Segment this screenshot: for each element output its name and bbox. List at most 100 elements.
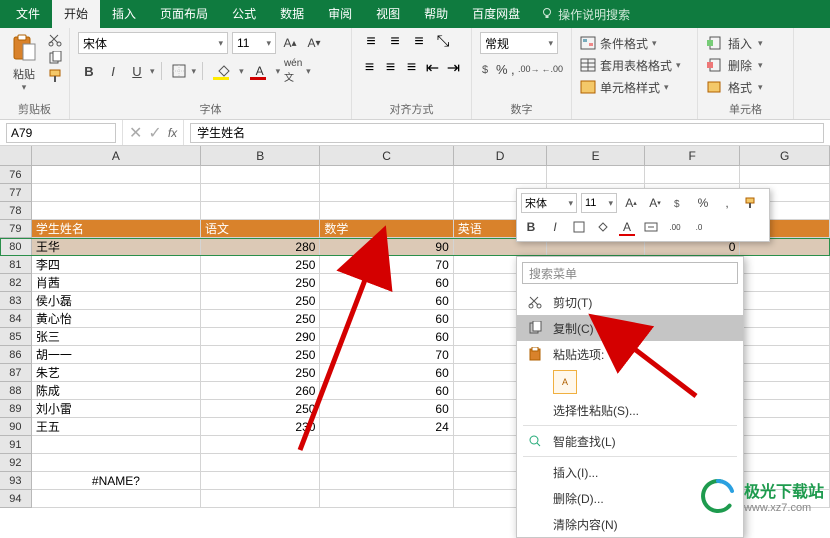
cell[interactable] (32, 436, 201, 454)
dec-decimal-button[interactable]: ←.00 (541, 58, 563, 80)
row-header[interactable]: 89 (0, 400, 32, 418)
chevron-down-icon[interactable]: ▾ (276, 66, 281, 77)
align-bottom-button[interactable]: ≡ (408, 32, 430, 52)
cell[interactable] (32, 454, 201, 472)
align-left-button[interactable]: ≡ (360, 58, 379, 78)
mini-italic-button[interactable]: I (545, 217, 565, 237)
paste-all-button[interactable]: A (553, 370, 577, 394)
borders-button[interactable] (168, 60, 190, 82)
tab-review[interactable]: 审阅 (316, 0, 364, 28)
cell[interactable] (740, 418, 830, 436)
paste-button[interactable]: 粘贴 ▾ (8, 32, 40, 93)
cell[interactable] (740, 328, 830, 346)
cell[interactable] (740, 454, 830, 472)
cell[interactable] (740, 364, 830, 382)
cell[interactable]: 250 (201, 346, 320, 364)
grow-font-button[interactable]: A▴ (280, 32, 300, 54)
cell[interactable]: 70 (320, 256, 453, 274)
cell[interactable]: 60 (320, 274, 453, 292)
cell[interactable]: 60 (320, 400, 453, 418)
align-top-button[interactable]: ≡ (360, 32, 382, 52)
cell[interactable] (740, 256, 830, 274)
format-painter-button[interactable] (46, 68, 64, 84)
col-header-e[interactable]: E (547, 146, 645, 165)
select-all-corner[interactable] (0, 146, 32, 165)
font-color-button[interactable]: A (246, 60, 274, 82)
chevron-down-icon[interactable]: ▾ (192, 66, 197, 77)
enter-icon[interactable]: ✓ (148, 123, 161, 143)
cell[interactable] (320, 202, 453, 220)
align-center-button[interactable]: ≡ (381, 58, 400, 78)
tab-view[interactable]: 视图 (364, 0, 412, 28)
fx-icon[interactable]: fx (168, 126, 177, 140)
cell[interactable] (320, 490, 453, 508)
cell[interactable]: 60 (320, 328, 453, 346)
cell[interactable]: 250 (201, 274, 320, 292)
fill-color-button[interactable] (209, 60, 237, 82)
cell[interactable] (320, 166, 453, 184)
cell[interactable]: 250 (201, 310, 320, 328)
row-header[interactable]: 83 (0, 292, 32, 310)
tab-formulas[interactable]: 公式 (220, 0, 268, 28)
cell[interactable]: 肖茜 (32, 274, 201, 292)
italic-button[interactable]: I (102, 60, 124, 82)
number-format-combo[interactable]: 常规▾ (480, 32, 558, 54)
align-right-button[interactable]: ≡ (402, 58, 421, 78)
row-header[interactable]: 85 (0, 328, 32, 346)
cell[interactable]: 260 (201, 382, 320, 400)
cell[interactable] (740, 310, 830, 328)
row-header[interactable]: 81 (0, 256, 32, 274)
font-size-combo[interactable]: 11▾ (232, 32, 276, 54)
comma-button[interactable]: , (510, 58, 516, 80)
mini-decinc-button[interactable]: .00 (665, 217, 685, 237)
cell[interactable]: 侯小磊 (32, 292, 201, 310)
col-header-b[interactable]: B (201, 146, 320, 165)
cell[interactable]: 胡一一 (32, 346, 201, 364)
align-middle-button[interactable]: ≡ (384, 32, 406, 52)
cell[interactable] (320, 472, 453, 490)
row-header[interactable]: 80 (0, 238, 32, 256)
cell[interactable] (547, 166, 645, 184)
row-header[interactable]: 86 (0, 346, 32, 364)
cell[interactable]: 290 (201, 328, 320, 346)
cell-style-button[interactable]: 单元格样式▾ (580, 76, 689, 98)
chevron-down-icon[interactable]: ▾ (239, 66, 244, 77)
mini-fontcolor-button[interactable]: A (617, 217, 637, 237)
cell[interactable]: 280 (201, 238, 320, 256)
col-header-a[interactable]: A (32, 146, 201, 165)
cell[interactable]: 60 (320, 382, 453, 400)
table-format-button[interactable]: 套用表格格式▾ (580, 54, 689, 76)
name-box[interactable]: A79 (6, 123, 116, 143)
cell[interactable] (740, 274, 830, 292)
cancel-icon[interactable]: ✕ (129, 123, 142, 143)
cell[interactable]: 230 (201, 418, 320, 436)
mini-decdec-button[interactable]: .0 (689, 217, 709, 237)
cell[interactable] (740, 346, 830, 364)
cell[interactable]: 90 (320, 238, 453, 256)
mini-border-button[interactable] (569, 217, 589, 237)
row-header[interactable]: 94 (0, 490, 32, 508)
row-header[interactable]: 76 (0, 166, 32, 184)
cell[interactable] (201, 490, 320, 508)
cell[interactable]: 刘小雷 (32, 400, 201, 418)
cell[interactable] (645, 166, 741, 184)
underline-button[interactable]: U (126, 60, 148, 82)
tab-layout[interactable]: 页面布局 (148, 0, 220, 28)
col-header-f[interactable]: F (645, 146, 741, 165)
cell[interactable] (454, 166, 548, 184)
copy-button[interactable] (46, 50, 64, 66)
tab-data[interactable]: 数据 (268, 0, 316, 28)
cell[interactable] (740, 292, 830, 310)
cell[interactable]: 王华 (32, 238, 201, 256)
cell[interactable]: 60 (320, 364, 453, 382)
cell[interactable]: 250 (201, 364, 320, 382)
shrink-font-button[interactable]: A▾ (304, 32, 324, 54)
col-header-c[interactable]: C (320, 146, 453, 165)
format-cells-button[interactable]: 格式▾ (706, 76, 785, 98)
ctx-smart-lookup[interactable]: 智能查找(L) (517, 428, 743, 454)
row-header[interactable]: 79 (0, 220, 32, 238)
cell[interactable]: 学生姓名 (32, 220, 201, 238)
cut-button[interactable] (46, 32, 64, 48)
cell[interactable] (201, 436, 320, 454)
mini-font-combo[interactable]: 宋体▾ (521, 193, 577, 213)
